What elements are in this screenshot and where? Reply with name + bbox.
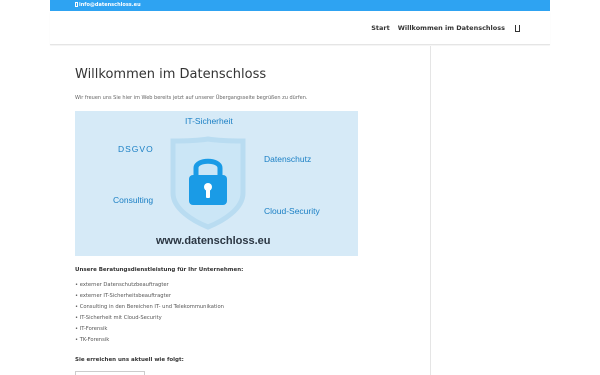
banner-label-datenschutz: Datenschutz <box>264 154 312 164</box>
sidebar-divider <box>430 46 431 375</box>
lock-shield-icon <box>170 136 246 230</box>
nav-item-willkommen[interactable]: Willkommen im Datenschloss <box>398 24 505 32</box>
topbar-email[interactable]: info@datenschloss.eu <box>75 2 141 8</box>
search-icon[interactable] <box>515 24 520 32</box>
banner-label-it-sicherheit: IT-Sicherheit <box>185 116 233 126</box>
topbar-email-text[interactable]: info@datenschloss.eu <box>79 2 141 8</box>
main-nav: Start Willkommen im Datenschloss <box>371 24 520 32</box>
list-item: externer Datenschutzbeauftragter <box>75 280 224 291</box>
list-item: externer IT-Sicherheitsbeauftragter <box>75 291 224 302</box>
main-content: Willkommen im Datenschloss Wir freuen un… <box>75 66 365 102</box>
banner-label-cloud-security: Cloud-Security <box>264 206 320 216</box>
services-heading: Unsere Beratungsdienstleistung für Ihr U… <box>75 267 244 273</box>
list-item: TK-Forensik <box>75 335 224 346</box>
banner-label-dsgvo: DSGVO <box>118 144 154 154</box>
mail-icon <box>75 2 78 7</box>
datenschloss-banner: IT-Sicherheit DSGVO Datenschutz Consulti… <box>75 111 358 256</box>
contact-heading: Sie erreichen uns aktuell wie folgt: <box>75 357 184 363</box>
site-header: Start Willkommen im Datenschloss <box>50 11 550 45</box>
contact-table <box>75 371 145 375</box>
page-title: Willkommen im Datenschloss <box>75 67 267 82</box>
list-item: IT-Sicherheit mit Cloud-Security <box>75 313 224 324</box>
banner-label-consulting: Consulting <box>113 195 154 205</box>
banner-url: www.datenschloss.eu <box>156 235 271 247</box>
page-content: Willkommen im Datenschloss Wir freuen un… <box>50 46 550 375</box>
list-item: IT-Forensik <box>75 324 224 335</box>
top-bar: info@datenschloss.eu <box>50 0 550 11</box>
intro-text: Wir freuen uns Sie hier im Web bereits j… <box>75 95 308 101</box>
services-list: externer Datenschutzbeauftragter externe… <box>75 280 224 346</box>
nav-item-start[interactable]: Start <box>371 24 390 32</box>
list-item: Consulting in den Bereichen IT- und Tele… <box>75 302 224 313</box>
